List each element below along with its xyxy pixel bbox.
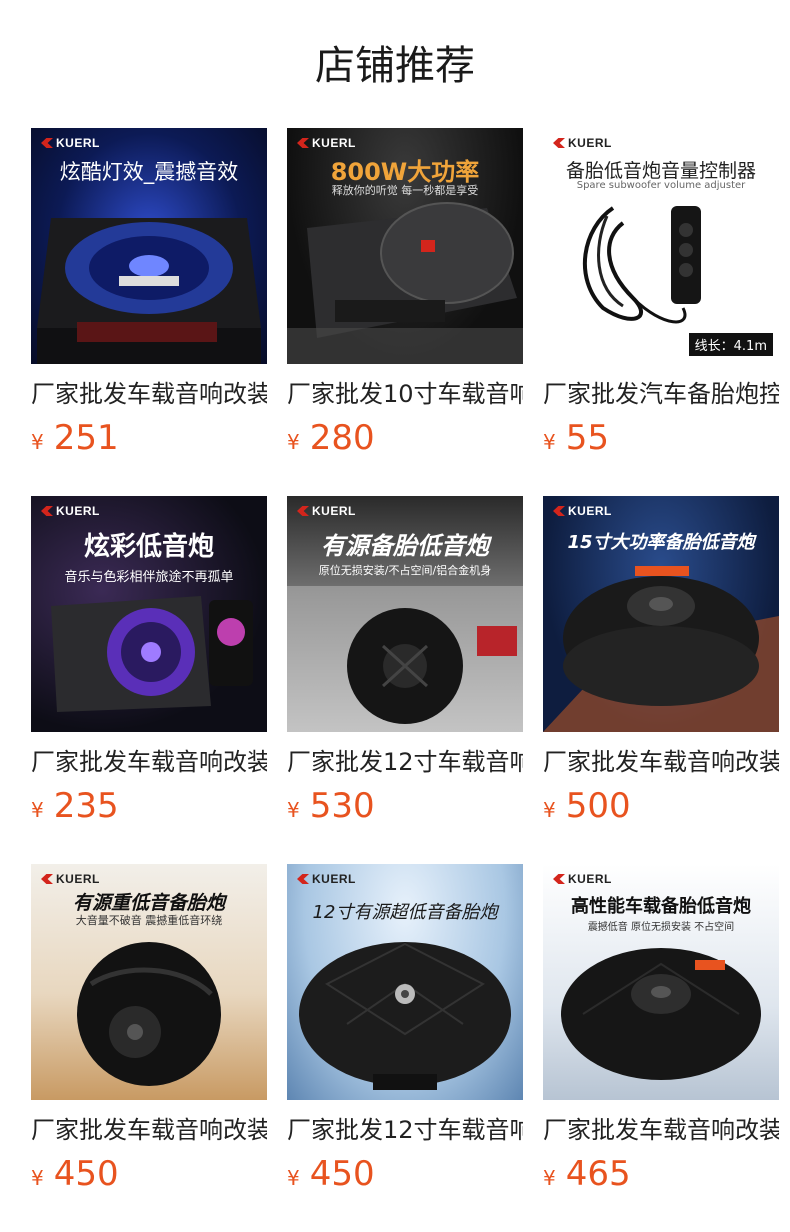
page-title: 店铺推荐 <box>315 43 475 89</box>
product-name[interactable]: 厂家批发10寸车载音响 <box>287 378 523 410</box>
product-card[interactable]: KUERL 炫彩低音炮 音乐与色彩相伴旅途不再孤单 厂家批发车载音响改装 ¥ 2… <box>31 496 267 864</box>
subwoofer-illustration <box>77 942 221 1086</box>
cable-length-tag: 线长：4.1m <box>688 333 773 356</box>
subwoofer-illustration <box>37 218 261 364</box>
currency-symbol: ¥ <box>543 798 556 822</box>
currency-symbol: ¥ <box>287 1166 300 1190</box>
product-image[interactable]: KUERL 炫彩低音炮 音乐与色彩相伴旅途不再孤单 <box>31 496 267 732</box>
product-price: ¥ 450 <box>31 1154 267 1194</box>
product-card[interactable]: KUERL 备胎低音炮音量控制器 Spare subwoofer volume … <box>543 128 779 496</box>
product-card[interactable]: KUERL 有源备胎低音炮 原位无损安装/不占空间/铝合金机身 厂家批发12寸车… <box>287 496 523 864</box>
product-grid: KUERL 炫酷灯效_震撼音效 厂家批发车载音响改装 ¥ 251 KUERL 8… <box>31 128 779 1232</box>
product-image[interactable]: KUERL 炫酷灯效_震撼音效 <box>31 128 267 364</box>
product-name[interactable]: 厂家批发汽车备胎炮控制器 <box>543 378 779 410</box>
product-image[interactable]: KUERL 800W大功率 释放你的听觉 每一秒都是享受 <box>287 128 523 364</box>
price-value: 450 <box>309 1154 375 1194</box>
product-price: ¥ 280 <box>287 418 523 458</box>
product-image[interactable]: KUERL 12寸有源超低音备胎炮 <box>287 864 523 1100</box>
product-card[interactable]: KUERL 800W大功率 释放你的听觉 每一秒都是享受 厂家批发10寸车载音响… <box>287 128 523 496</box>
product-image[interactable]: KUERL 高性能车载备胎低音炮 震撼低音 原位无损安装 不占空间 <box>543 864 779 1100</box>
product-image[interactable]: KUERL 备胎低音炮音量控制器 Spare subwoofer volume … <box>543 128 779 364</box>
subwoofer-illustration <box>543 566 779 732</box>
product-name[interactable]: 厂家批发12寸车载音响 <box>287 746 523 778</box>
product-image[interactable]: KUERL 有源重低音备胎炮 大音量不破音 震撼重低音环绕 <box>31 864 267 1100</box>
currency-symbol: ¥ <box>543 430 556 454</box>
product-price: ¥ 235 <box>31 786 267 826</box>
price-value: 280 <box>309 418 375 458</box>
currency-symbol: ¥ <box>543 1166 556 1190</box>
product-name[interactable]: 厂家批发12寸车载音响 <box>287 1114 523 1146</box>
price-value: 235 <box>53 786 119 826</box>
currency-symbol: ¥ <box>31 798 44 822</box>
product-card[interactable]: KUERL 有源重低音备胎炮 大音量不破音 震撼重低音环绕 厂家批发车载音响改装… <box>31 864 267 1232</box>
currency-symbol: ¥ <box>31 430 44 454</box>
subwoofer-illustration <box>299 942 511 1090</box>
price-value: 251 <box>53 418 119 458</box>
controller-illustration <box>582 206 701 324</box>
product-name[interactable]: 厂家批发车载音响改装 <box>543 746 779 778</box>
product-price: ¥ 465 <box>543 1154 779 1194</box>
product-name[interactable]: 厂家批发车载音响改装 <box>31 1114 267 1146</box>
price-value: 500 <box>565 786 631 826</box>
product-card[interactable]: KUERL 炫酷灯效_震撼音效 厂家批发车载音响改装 ¥ 251 <box>31 128 267 496</box>
product-price: ¥ 530 <box>287 786 523 826</box>
currency-symbol: ¥ <box>287 798 300 822</box>
price-value: 450 <box>53 1154 119 1194</box>
subwoofer-illustration <box>287 202 523 364</box>
product-name[interactable]: 厂家批发车载音响改装 <box>31 746 267 778</box>
subwoofer-illustration <box>287 586 523 732</box>
product-name[interactable]: 厂家批发车载音响改装 <box>543 1114 779 1146</box>
product-price: ¥ 500 <box>543 786 779 826</box>
currency-symbol: ¥ <box>31 1166 44 1190</box>
product-card[interactable]: KUERL 高性能车载备胎低音炮 震撼低音 原位无损安装 不占空间 厂家批发车载… <box>543 864 779 1232</box>
product-price: ¥ 251 <box>31 418 267 458</box>
subwoofer-illustration <box>561 948 761 1080</box>
product-price: ¥ 55 <box>543 418 779 458</box>
product-image[interactable]: KUERL 有源备胎低音炮 原位无损安装/不占空间/铝合金机身 <box>287 496 523 732</box>
price-value: 55 <box>565 418 609 458</box>
price-value: 465 <box>565 1154 631 1194</box>
product-image[interactable]: KUERL 15寸大功率备胎低音炮 <box>543 496 779 732</box>
product-price: ¥ 450 <box>287 1154 523 1194</box>
currency-symbol: ¥ <box>287 430 300 454</box>
product-card[interactable]: KUERL 12寸有源超低音备胎炮 厂家批发12寸车载音响 ¥ 450 <box>287 864 523 1232</box>
product-card[interactable]: KUERL 15寸大功率备胎低音炮 厂家批发车载音响改装 ¥ 500 <box>543 496 779 864</box>
product-name[interactable]: 厂家批发车载音响改装 <box>31 378 267 410</box>
price-value: 530 <box>309 786 375 826</box>
subwoofer-illustration <box>51 596 253 712</box>
